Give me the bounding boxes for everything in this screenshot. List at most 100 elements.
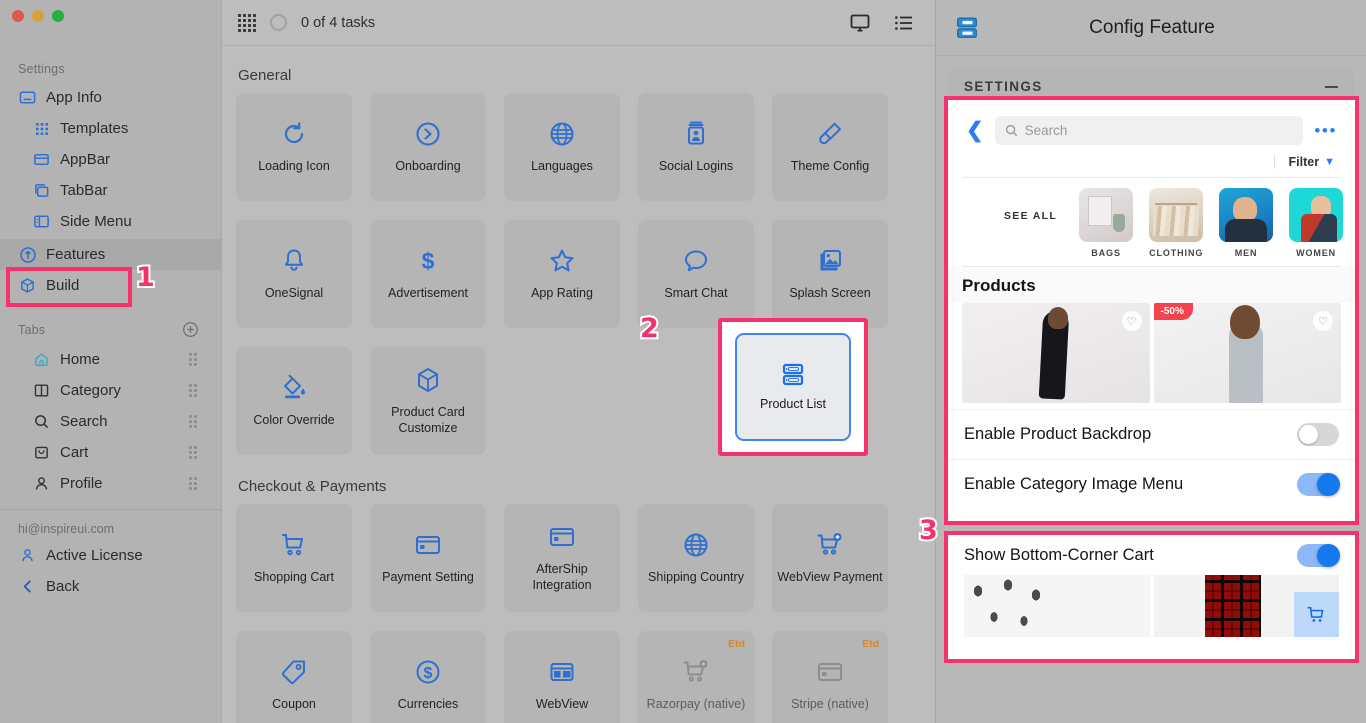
category-icon	[32, 381, 51, 400]
sidebar-item-active-license[interactable]: Active License	[0, 540, 221, 571]
globe-icon	[548, 119, 576, 149]
sidebar-tabs-header: Tabs	[0, 321, 221, 338]
sidebar-item-templates[interactable]: Templates	[0, 113, 221, 144]
floating-cart-button[interactable]	[1294, 592, 1339, 637]
feature-card-payment-setting[interactable]: Payment Setting	[370, 504, 486, 612]
more-horizontal-icon[interactable]: •••	[1314, 122, 1339, 139]
build-icon	[18, 276, 37, 295]
toggle-show-bottom-corner-cart[interactable]	[1297, 543, 1340, 567]
sidebar-item-appbar[interactable]: AppBar	[0, 144, 221, 175]
feature-card-splash-screen[interactable]: Splash Screen	[772, 220, 888, 328]
sidebar-item-label: Templates	[60, 120, 129, 137]
feature-card-loading-icon[interactable]: Loading Icon	[236, 93, 352, 201]
filter-label: Filter	[1288, 155, 1320, 169]
category-thumbnail	[1149, 188, 1204, 242]
category-name: MEN	[1234, 248, 1258, 258]
category-item-men[interactable]: MEN	[1219, 188, 1274, 258]
setting-row-enable-category-image-menu[interactable]: Enable Category Image Menu	[948, 459, 1355, 509]
sidebar-item-build[interactable]: Build	[0, 270, 221, 301]
category-item-women[interactable]: WOMEN	[1289, 188, 1344, 258]
credit-card-icon	[414, 530, 442, 560]
minus-icon[interactable]	[1325, 85, 1338, 88]
sidebar-item-back[interactable]: Back	[0, 571, 221, 602]
feature-card-onboarding[interactable]: Onboarding	[370, 93, 486, 201]
apps-grid-icon[interactable]	[238, 13, 256, 32]
sidebar-item-home[interactable]: Home	[0, 344, 221, 375]
templates-icon	[32, 119, 51, 138]
feature-card-label: Payment Setting	[382, 570, 474, 585]
feature-card-label: Languages	[531, 159, 593, 174]
feature-card-webview-payment[interactable]: WebView Payment	[772, 504, 888, 612]
category-item-bags[interactable]: BAGS	[1079, 188, 1134, 258]
drag-handle-icon[interactable]	[189, 415, 197, 428]
feature-card-onesignal[interactable]: OneSignal	[236, 220, 352, 328]
category-thumbnail	[1219, 188, 1274, 242]
product-card[interactable]: -50% ♡	[1153, 303, 1341, 403]
cart-plus-icon	[682, 657, 710, 687]
heart-icon[interactable]: ♡	[1313, 311, 1333, 331]
product-card[interactable]: ♡	[962, 303, 1150, 403]
feature-card-color-override[interactable]: Color Override	[236, 347, 352, 455]
sidebar-item-app-info[interactable]: App Info	[0, 82, 221, 113]
refresh-icon	[280, 119, 308, 149]
list-icon[interactable]	[893, 12, 915, 34]
feature-card-theme-config[interactable]: Theme Config	[772, 93, 888, 201]
account-email: hi@inspireui.com	[18, 522, 115, 536]
cart-plus-icon	[816, 530, 844, 560]
search-input[interactable]: Search	[994, 116, 1304, 145]
sidebar-item-features[interactable]: Features	[0, 239, 221, 270]
sidebar-item-category[interactable]: Category	[0, 375, 221, 406]
feature-card-label: Product Card Customize	[391, 405, 465, 435]
feature-card-smart-chat[interactable]: Smart Chat	[638, 220, 754, 328]
sidebar-item-profile[interactable]: Profile	[0, 468, 221, 499]
feature-card-webview[interactable]: WebView	[504, 631, 620, 723]
feature-card-social-logins[interactable]: Social Logins	[638, 93, 754, 201]
setting-row-show-bottom-corner-cart[interactable]: Show Bottom-Corner Cart	[948, 535, 1355, 575]
cart-icon	[32, 443, 51, 462]
heart-icon[interactable]: ♡	[1121, 311, 1142, 331]
feature-card-advertisement[interactable]: $ Advertisement	[370, 220, 486, 328]
toggle-enable-category-image-menu[interactable]	[1297, 473, 1340, 496]
sidebar-item-side-menu[interactable]: Side Menu	[0, 206, 221, 237]
app-window: Settings App Info Templates AppBar TabBa…	[0, 0, 1366, 723]
setting-row-enable-product-backdrop[interactable]: Enable Product Backdrop	[948, 409, 1355, 459]
drag-handle-icon[interactable]	[189, 477, 197, 490]
group-title-general: General	[238, 67, 292, 84]
drag-handle-icon[interactable]	[189, 353, 197, 366]
drag-handle-icon[interactable]	[189, 446, 197, 459]
monitor-icon[interactable]	[849, 12, 871, 34]
feature-card-shipping-country[interactable]: Shipping Country	[638, 504, 754, 612]
sidebar-item-search[interactable]: Search	[0, 406, 221, 437]
drag-handle-icon[interactable]	[189, 384, 197, 397]
feature-card-product-list[interactable]: Product List	[735, 333, 851, 441]
feature-card-languages[interactable]: Languages	[504, 93, 620, 201]
toggle-enable-product-backdrop[interactable]	[1297, 423, 1339, 446]
minimize-window-icon[interactable]	[32, 10, 44, 22]
feature-card-stripe-native[interactable]: Etd Stripe (native)	[772, 631, 888, 723]
sidebar-item-label: AppBar	[60, 151, 111, 168]
feature-card-razorpay-native[interactable]: Etd Razorpay (native)	[638, 631, 754, 723]
appbar-icon	[32, 150, 51, 169]
product-card[interactable]	[964, 575, 1150, 637]
plus-circle-icon[interactable]	[182, 321, 199, 338]
feature-card-currencies[interactable]: $ Currencies	[370, 631, 486, 723]
feature-card-app-rating[interactable]: App Rating	[504, 220, 620, 328]
feature-card-product-card-customize[interactable]: Product Card Customize	[370, 347, 486, 455]
feature-card-shopping-cart[interactable]: Shopping Cart	[236, 504, 352, 612]
annotation-highlight-bottom-corner-cart: Show Bottom-Corner Cart	[944, 531, 1359, 663]
category-item-clothing[interactable]: CLOTHING	[1149, 188, 1204, 258]
sidebar-item-label: Cart	[60, 444, 89, 461]
feature-card-label: Theme Config	[790, 159, 870, 174]
filter-button[interactable]: Filter ▼	[1273, 155, 1335, 169]
setting-label: Enable Category Image Menu	[964, 475, 1184, 493]
sidebar-item-cart[interactable]: Cart	[0, 437, 221, 468]
feature-card-coupon[interactable]: Coupon	[236, 631, 352, 723]
chevron-left-icon[interactable]: ❮	[966, 120, 984, 141]
maximize-window-icon[interactable]	[52, 10, 64, 22]
feature-card-aftership-integration[interactable]: AfterShip Integration	[504, 504, 620, 612]
close-window-icon[interactable]	[12, 10, 24, 22]
sidebar-item-tabbar[interactable]: TabBar	[0, 175, 221, 206]
annotation-marker-1: 1	[134, 260, 157, 295]
sidebar-item-label: Build	[46, 277, 80, 294]
tabbar-icon	[32, 181, 51, 200]
